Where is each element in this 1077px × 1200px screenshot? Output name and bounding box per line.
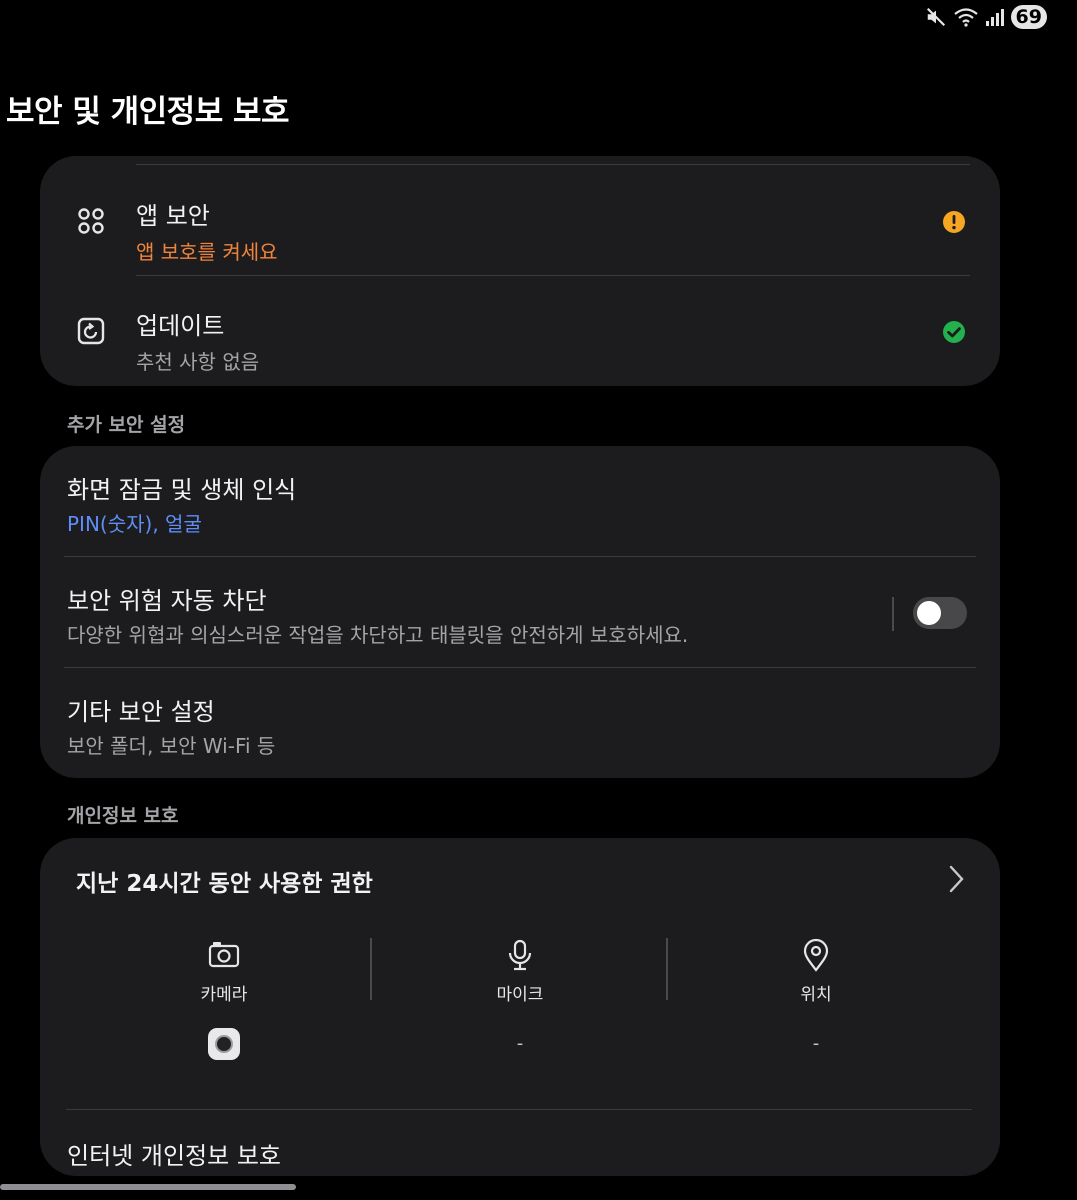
screen: 69 보안 및 개인정보 보호 앱 보안 앱 보호를 켜세요 업데이트 추천 사… xyxy=(0,0,1077,1200)
divider xyxy=(136,164,970,165)
auto-blocker-subtitle: 다양한 위협과 의심스러운 작업을 차단하고 태블릿을 안전하게 보호하세요. xyxy=(67,623,689,647)
other-security-title: 기타 보안 설정 xyxy=(67,698,215,726)
page-title: 보안 및 개인정보 보호 xyxy=(6,94,290,130)
section-label-privacy: 개인정보 보호 xyxy=(67,805,179,827)
battery-indicator: 69 xyxy=(1010,5,1047,29)
update-icon xyxy=(77,317,105,345)
screen-lock-row[interactable]: 화면 잠금 및 생체 인식 PIN(숫자), 얼굴 xyxy=(40,446,1000,556)
warning-icon xyxy=(943,211,965,233)
app-security-row[interactable]: 앱 보안 앱 보호를 켜세요 xyxy=(40,166,1000,276)
permission-label: 카메라 xyxy=(200,985,248,1005)
divider xyxy=(66,1109,972,1110)
section-label-extra-security: 추가 보안 설정 xyxy=(67,414,186,436)
auto-blocker-row[interactable]: 보안 위험 자동 차단 다양한 위협과 의심스러운 작업을 차단하고 태블릿을 … xyxy=(40,557,1000,667)
extra-security-card: 화면 잠금 및 생체 인식 PIN(숫자), 얼굴 보안 위험 자동 차단 다양… xyxy=(40,446,1000,778)
screen-lock-subtitle: PIN(숫자), 얼굴 xyxy=(67,512,202,536)
permission-mic[interactable]: 마이크 - xyxy=(372,938,668,1058)
update-subtitle: 추천 사항 없음 xyxy=(136,350,260,374)
permission-usage-location: - xyxy=(812,1033,820,1054)
app-security-subtitle: 앱 보호를 켜세요 xyxy=(136,240,278,264)
signal-icon xyxy=(985,9,1004,26)
privacy-card: 지난 24시간 동안 사용한 권한 카메라 마이크 - 위치 - 인터넷 개인정… xyxy=(40,838,1000,1176)
permission-usage-mic: - xyxy=(516,1033,524,1054)
mute-icon xyxy=(926,7,945,27)
auto-blocker-title: 보안 위험 자동 차단 xyxy=(67,587,267,615)
toggle-knob xyxy=(917,601,941,625)
permission-label: 마이크 xyxy=(496,985,544,1005)
app-security-title: 앱 보안 xyxy=(136,202,210,230)
permissions-header: 지난 24시간 동안 사용한 권한 xyxy=(76,871,373,897)
screen-lock-title: 화면 잠금 및 생체 인식 xyxy=(67,476,297,504)
permission-camera[interactable]: 카메라 xyxy=(76,938,372,1061)
internet-privacy-row[interactable]: 인터넷 개인정보 보호 xyxy=(67,1136,281,1171)
permission-location[interactable]: 위치 - xyxy=(668,938,964,1058)
camera-icon xyxy=(208,942,240,968)
camera-app-icon xyxy=(208,1028,240,1060)
other-security-row[interactable]: 기타 보안 설정 보안 폴더, 보안 Wi-Fi 등 xyxy=(40,668,1000,778)
wifi-icon xyxy=(953,8,978,27)
apps-icon xyxy=(78,208,104,234)
toggle-separator xyxy=(892,597,894,631)
update-row[interactable]: 업데이트 추천 사항 없음 xyxy=(40,276,1000,386)
status-bar: 69 xyxy=(925,2,1047,32)
permissions-header-row[interactable]: 지난 24시간 동안 사용한 권한 xyxy=(40,838,1000,928)
security-status-card: 앱 보안 앱 보호를 켜세요 업데이트 추천 사항 없음 xyxy=(40,156,1000,386)
chevron-right-icon xyxy=(949,865,964,893)
location-icon xyxy=(803,938,829,972)
mic-icon xyxy=(508,939,532,971)
permission-label: 위치 xyxy=(800,985,832,1005)
check-icon xyxy=(943,321,965,343)
other-security-subtitle: 보안 폴더, 보안 Wi-Fi 등 xyxy=(67,734,276,758)
scroll-indicator[interactable] xyxy=(0,1184,296,1190)
auto-blocker-toggle[interactable] xyxy=(913,597,967,629)
update-title: 업데이트 xyxy=(136,312,225,340)
permission-usage-camera xyxy=(76,1027,372,1061)
